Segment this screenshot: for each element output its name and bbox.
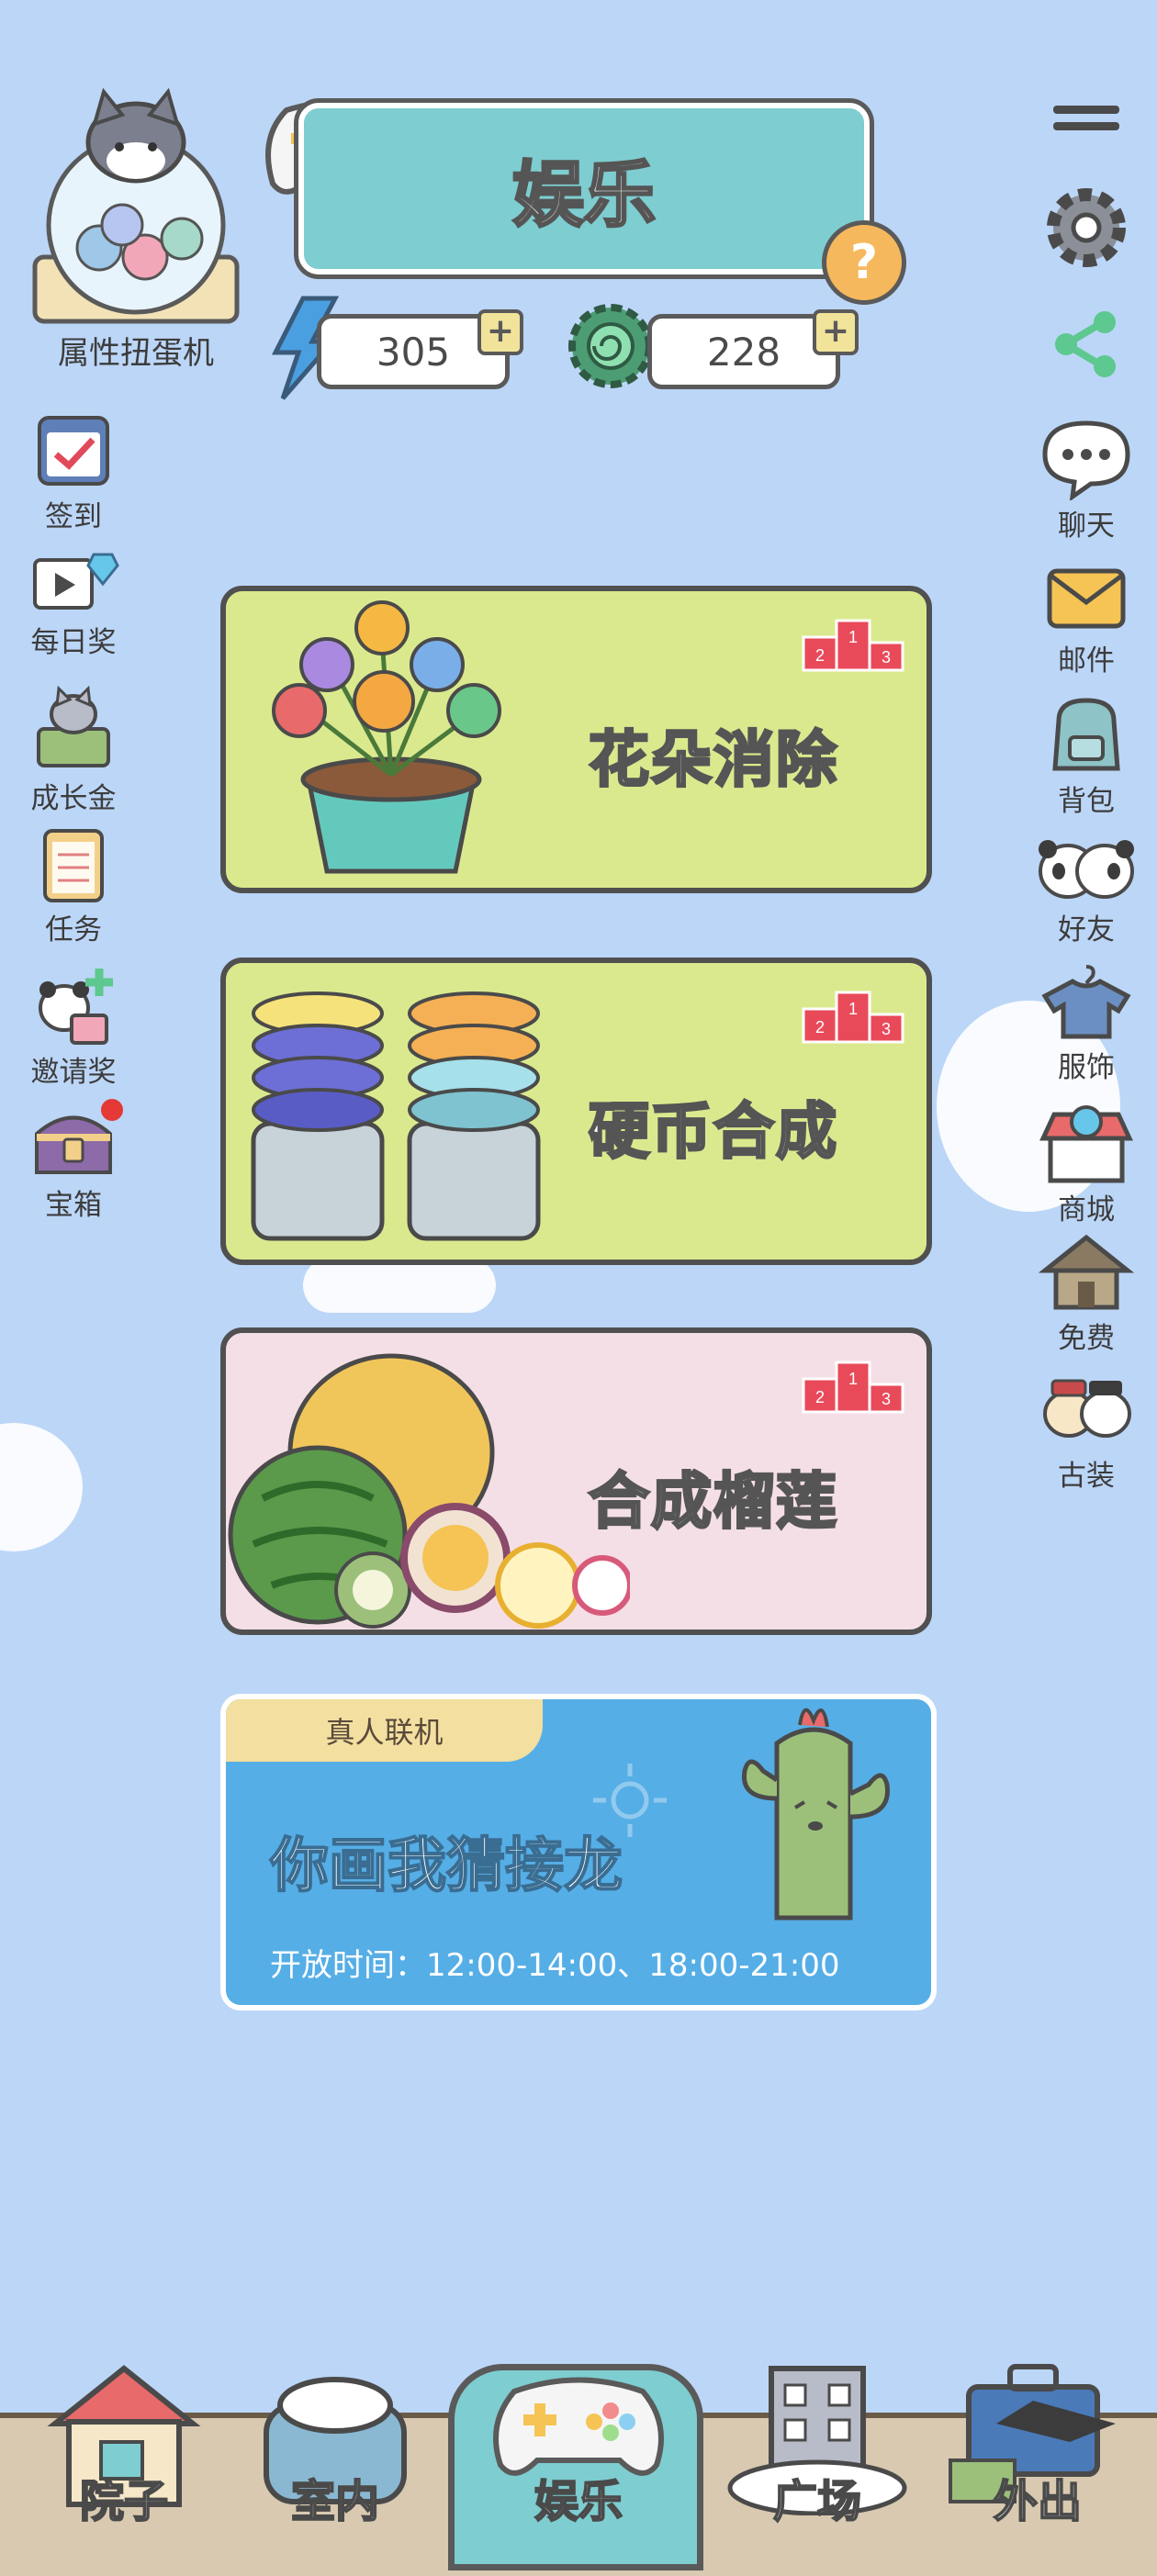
calendar-check-icon	[38, 416, 109, 486]
game-card-flower[interactable]: 花朵消除 1 2 3	[220, 586, 932, 893]
gacha-machine-icon	[32, 87, 240, 324]
nav-label: 院子	[79, 2475, 169, 2528]
house-icon	[1038, 1234, 1135, 1310]
gear-value: 228	[706, 329, 781, 375]
nav-label: 外出	[993, 2475, 1083, 2528]
question-icon[interactable]: ?	[822, 220, 906, 305]
gear-counter: 228	[647, 314, 840, 389]
right-menu-share[interactable]	[1022, 308, 1151, 381]
nav-plaza[interactable]: 广场	[712, 2350, 923, 2528]
podium-rank-1: 1	[848, 1370, 858, 1388]
chat-bubble-icon	[1042, 420, 1130, 500]
nav-yard[interactable]: 院子	[18, 2350, 230, 2528]
treasure-chest-icon	[35, 1099, 123, 1174]
clothing-hanger-icon	[1041, 965, 1131, 1039]
nav-label: 娱乐	[534, 2475, 623, 2528]
coin-stack-icon	[251, 991, 541, 1241]
nav-label: 室内	[290, 2475, 380, 2528]
left-menu-invite-reward[interactable]: 邀请奖	[9, 964, 138, 1090]
podium-rank-3: 3	[882, 648, 891, 666]
game-title: 合成榴莲	[588, 1465, 838, 1539]
right-menu-settings[interactable]	[1022, 182, 1151, 274]
online-game-title: 你画我猜接龙	[269, 1831, 623, 1901]
durian-fruit-icon	[228, 1353, 630, 1629]
title-banner: 娱乐	[298, 103, 870, 274]
left-menu-daily-reward[interactable]: 每日奖	[9, 543, 138, 660]
hamburger-menu-icon	[1053, 106, 1119, 130]
shop-icon	[1039, 1105, 1133, 1183]
online-game-time: 开放时间：12:00-14:00、18:00-21:00	[270, 1947, 840, 1984]
right-menu-backpack[interactable]: 背包	[1022, 693, 1151, 819]
left-menu-label: 每日奖	[30, 626, 117, 659]
nav-entertainment[interactable]: 娱乐	[473, 2350, 684, 2528]
left-menu-label: 邀请奖	[30, 1056, 117, 1089]
energy-plus-button[interactable]: +	[477, 309, 523, 355]
left-menu-label: 成长金	[30, 782, 117, 815]
online-tag-label: 真人联机	[325, 1715, 444, 1750]
backpack-icon	[1052, 698, 1120, 771]
money-cat-icon	[37, 685, 110, 767]
right-menu-mail[interactable]: 邮件	[1022, 562, 1151, 678]
left-menu-label: 任务	[45, 913, 102, 946]
online-tag: 真人联机	[226, 1699, 543, 1762]
gacha-label: 属性扭蛋机	[58, 335, 214, 372]
online-game-card[interactable]: 真人联机 你画我猜接龙 开放时间：12:00-14:00、18:00-21:00	[220, 1694, 937, 2010]
right-menu-hamburger[interactable]	[1022, 96, 1151, 142]
gear-plus-button[interactable]: +	[813, 309, 859, 355]
video-diamond-icon	[33, 553, 119, 610]
podium-rank-1: 1	[848, 1000, 858, 1018]
right-menu-chat[interactable]: 聊天	[1022, 418, 1151, 543]
game-card-durian[interactable]: 合成榴莲 1 2 3	[220, 1327, 932, 1635]
podium-rank-2: 2	[815, 1018, 825, 1036]
gacha-machine[interactable]: 属性扭蛋机	[26, 87, 246, 372]
left-menu-label: 宝箱	[45, 1189, 102, 1222]
left-menu-signin[interactable]: 签到	[9, 409, 138, 534]
nav-outing[interactable]: 外出	[932, 2350, 1143, 2528]
podium-rank-2: 2	[815, 646, 825, 665]
nav-indoor[interactable]: 室内	[230, 2350, 441, 2528]
right-menu-label: 聊天	[1058, 510, 1115, 543]
right-menu-label: 邮件	[1058, 644, 1115, 678]
right-menu-label: 好友	[1058, 913, 1115, 946]
right-menu-label: 免费	[1058, 1322, 1115, 1355]
game-card-coin[interactable]: 硬币合成 1 2 3	[220, 958, 932, 1265]
panda-friends-icon	[1039, 840, 1134, 899]
podium-rank-3: 3	[882, 1020, 891, 1038]
left-menu-treasure-chest[interactable]: 宝箱	[9, 1097, 138, 1223]
podium-rank-1: 1	[848, 628, 858, 646]
cloud-decoration	[303, 1258, 496, 1313]
flower-pot-icon	[272, 600, 501, 874]
mail-icon	[1047, 568, 1126, 629]
podium-rank-3: 3	[882, 1390, 891, 1408]
nav-label: 广场	[772, 2475, 862, 2528]
right-menu-costume[interactable]: 古装	[1022, 1368, 1151, 1494]
left-menu-growth-fund[interactable]: 成长金	[9, 681, 138, 816]
page-title: 娱乐	[511, 152, 657, 238]
share-icon	[1055, 311, 1116, 377]
right-menu-shop[interactable]: 商城	[1022, 1102, 1151, 1227]
leaderboard-podium-icon[interactable]: 1 2 3	[802, 617, 904, 674]
podium-rank-2: 2	[815, 1388, 825, 1406]
game-title: 硬币合成	[588, 1095, 838, 1169]
panda-gift-icon	[39, 969, 113, 1045]
right-menu-label: 古装	[1058, 1460, 1115, 1493]
leaderboard-podium-icon[interactable]: 1 2 3	[802, 989, 904, 1046]
left-menu-tasks[interactable]: 任务	[9, 822, 138, 947]
right-menu-friends[interactable]: 好友	[1022, 831, 1151, 947]
costume-cats-icon	[1043, 1379, 1131, 1438]
right-menu-label: 商城	[1058, 1193, 1115, 1226]
settings-gear-icon	[1047, 188, 1126, 267]
notepad-icon	[43, 829, 104, 902]
right-menu-clothing[interactable]: 服饰	[1022, 959, 1151, 1085]
gear-spiral-icon	[568, 304, 653, 388]
right-menu-label: 背包	[1058, 785, 1115, 818]
left-menu-label: 签到	[45, 500, 102, 533]
game-title: 花朵消除	[588, 723, 838, 797]
right-menu-label: 服饰	[1058, 1051, 1115, 1084]
leaderboard-podium-icon[interactable]: 1 2 3	[802, 1359, 904, 1416]
cloud-decoration	[0, 1423, 83, 1551]
cactus-icon	[741, 1708, 890, 1921]
energy-value: 305	[376, 329, 451, 375]
right-menu-free[interactable]: 免费	[1022, 1230, 1151, 1356]
